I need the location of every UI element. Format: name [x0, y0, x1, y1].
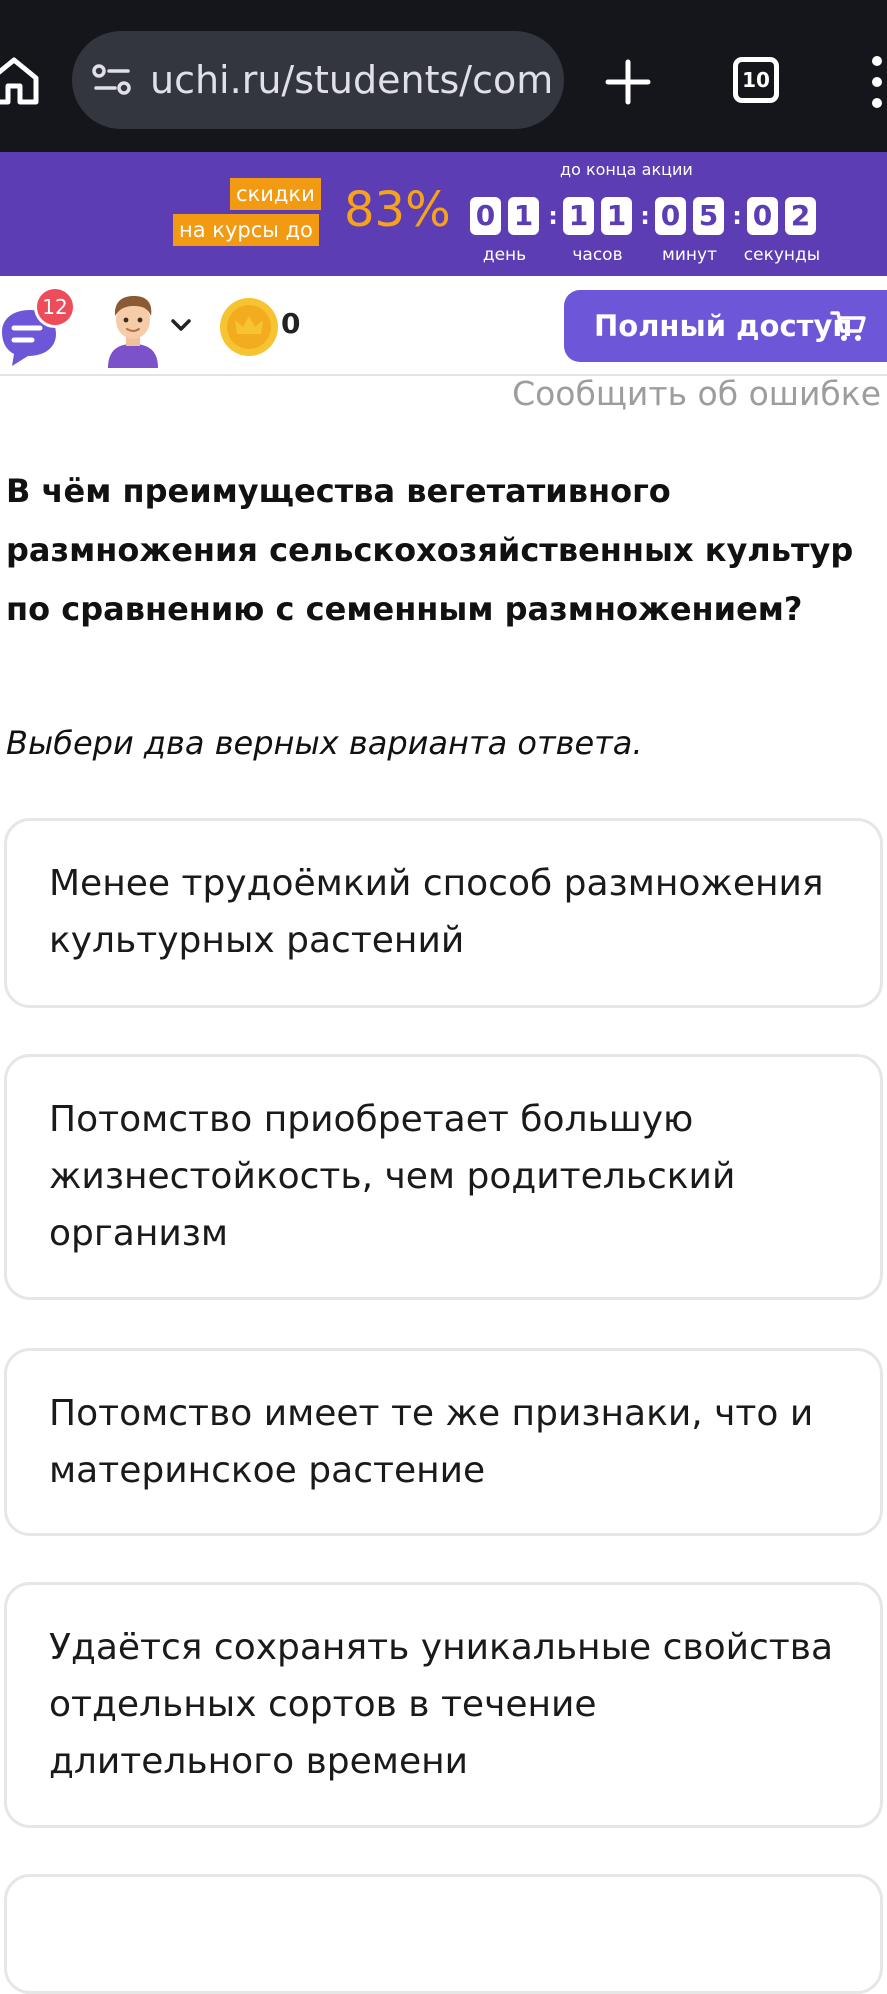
answer-option[interactable]: Менее трудоёмкий способ размножения куль… [4, 818, 883, 1008]
promo-percent: 83% [344, 182, 451, 238]
coin-count: 0 [281, 307, 301, 340]
notifications-badge: 12 [34, 286, 76, 328]
answer-option[interactable] [4, 1874, 883, 1994]
full-access-label: Полный доступ [594, 309, 853, 343]
tabs-icon[interactable]: 10 [733, 57, 779, 103]
promo-banner[interactable]: скидки на курсы до 83% до конца акции 0 … [0, 152, 887, 276]
full-access-button[interactable]: Полный доступ [564, 290, 887, 362]
report-error-link[interactable]: Сообщить об ошибке [512, 372, 881, 416]
countdown-hours-digit: 1 [601, 197, 632, 235]
more-menu-icon[interactable] [866, 56, 887, 108]
countdown-unit-seconds: секунды [743, 245, 821, 265]
question-text: В чём преимущества вегетативного размнож… [6, 472, 854, 628]
browser-toolbar: uchi.ru/students/comp 10 [0, 0, 887, 152]
countdown-days-digit: 1 [508, 197, 539, 235]
coin-icon [220, 298, 278, 356]
countdown-minutes-digit: 0 [655, 197, 686, 235]
countdown-minutes-digit: 5 [693, 197, 724, 235]
promo-tag-discounts: скидки [230, 178, 321, 210]
answer-option[interactable]: Потомство имеет те же признаки, что и ма… [4, 1348, 883, 1536]
avatar[interactable] [98, 288, 168, 368]
answer-option-text: Потомство имеет те же признаки, что и ма… [49, 1393, 814, 1491]
home-icon[interactable] [0, 52, 42, 108]
instruction-text: Выбери два верных варианта ответа. [6, 724, 643, 762]
site-settings-icon[interactable] [92, 63, 132, 97]
address-bar[interactable]: uchi.ru/students/comp [72, 31, 564, 129]
answer-option-text: Удаётся сохранять уникальные свойства от… [49, 1627, 834, 1782]
cart-icon [830, 311, 866, 341]
url-text[interactable]: uchi.ru/students/comp [150, 53, 550, 107]
countdown-unit-minutes: минут [662, 245, 717, 265]
countdown-days-digit: 0 [470, 197, 501, 235]
countdown-hours-digit: 1 [563, 197, 594, 235]
countdown-separator: : [640, 202, 650, 230]
countdown-unit-hours: часов [572, 245, 623, 265]
answer-option[interactable]: Удаётся сохранять уникальные свойства от… [4, 1582, 883, 1828]
countdown-unit-days: день [482, 245, 527, 265]
countdown-separator: : [548, 202, 558, 230]
countdown-seconds-digit: 0 [747, 197, 778, 235]
countdown-seconds-digit: 2 [785, 197, 816, 235]
answer-option-text: Потомство приобретает большую жизнестойк… [49, 1099, 736, 1254]
countdown-title: до конца акции [560, 160, 693, 179]
plus-icon[interactable] [604, 58, 652, 106]
answer-option-text: Менее трудоёмкий способ размножения куль… [49, 863, 824, 961]
chevron-down-icon[interactable] [168, 314, 194, 336]
countdown-separator: : [732, 202, 742, 230]
promo-tag-courses: на курсы до [173, 214, 319, 246]
answer-option[interactable]: Потомство приобретает большую жизнестойк… [4, 1054, 883, 1300]
app-header: 12 0 Полный доступ [0, 276, 887, 376]
